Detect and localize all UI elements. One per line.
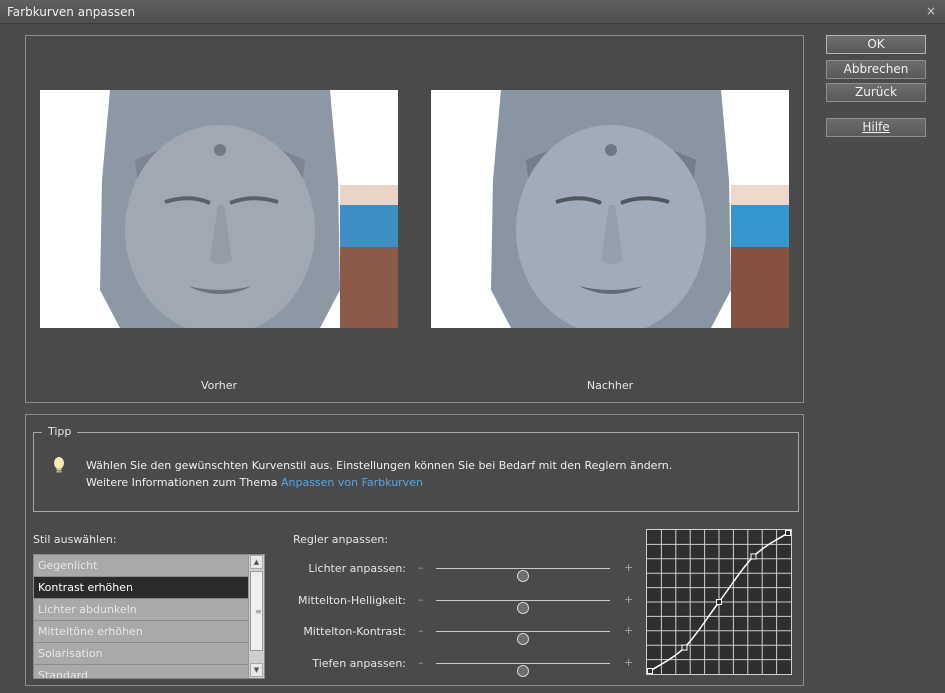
ok-button[interactable]: OK bbox=[826, 35, 926, 54]
curve-control-point[interactable] bbox=[716, 599, 722, 605]
tip-text: Wählen Sie den gewünschten Kurvenstil au… bbox=[86, 457, 672, 491]
slider-plus: + bbox=[624, 593, 634, 606]
curve-graph[interactable] bbox=[646, 529, 792, 675]
cancel-button[interactable]: Abbrechen bbox=[826, 60, 926, 79]
curve-svg bbox=[647, 530, 791, 674]
curve-control-point[interactable] bbox=[785, 530, 791, 536]
slider-knob[interactable] bbox=[517, 633, 529, 645]
slider-track[interactable] bbox=[436, 600, 610, 614]
window-title: Farbkurven anpassen bbox=[7, 5, 136, 19]
after-caption: Nachher bbox=[586, 379, 634, 392]
before-image bbox=[40, 90, 398, 328]
slider-label: Mittelton-Helligkeit: bbox=[298, 594, 406, 607]
slider-plus: + bbox=[624, 624, 634, 637]
slider-tiefen: Tiefen anpassen: – + bbox=[246, 655, 636, 677]
curve-control-point[interactable] bbox=[681, 644, 688, 651]
tip-legend: Tipp bbox=[42, 425, 78, 438]
after-image bbox=[431, 90, 789, 328]
slider-minus: – bbox=[418, 656, 424, 669]
style-label: Stil auswählen: bbox=[33, 533, 117, 546]
before-caption: Vorher bbox=[201, 379, 237, 392]
slider-minus: – bbox=[418, 593, 424, 606]
curve-control-point[interactable] bbox=[647, 668, 653, 674]
slider-track[interactable] bbox=[436, 631, 610, 645]
lightbulb-icon bbox=[54, 457, 64, 473]
tip-line-1: Wählen Sie den gewünschten Kurvenstil au… bbox=[86, 459, 673, 472]
title-bar: Farbkurven anpassen × bbox=[0, 0, 945, 24]
style-item-gegenlicht[interactable]: Gegenlicht bbox=[34, 555, 249, 577]
slider-minus: – bbox=[418, 561, 424, 574]
preview-panel: Vorher Nachher bbox=[25, 35, 804, 403]
tip-line-2-prefix: Weitere Informationen zum Thema bbox=[86, 476, 281, 489]
slider-knob[interactable] bbox=[517, 665, 529, 677]
style-item-kontrast-erhoehen[interactable]: Kontrast erhöhen bbox=[34, 577, 249, 599]
style-item-standard[interactable]: Standard bbox=[34, 665, 249, 678]
slider-knob[interactable] bbox=[517, 602, 529, 614]
style-item-lichter-abdunkeln[interactable]: Lichter abdunkeln bbox=[34, 599, 249, 621]
style-item-mitteltoene-erhoehen[interactable]: Mitteltöne erhöhen bbox=[34, 621, 249, 643]
close-icon[interactable]: × bbox=[926, 4, 936, 18]
reset-button[interactable]: Zurück bbox=[826, 83, 926, 102]
settings-panel: Tipp Wählen Sie den gewünschten Kurvenst… bbox=[25, 414, 804, 686]
slider-track[interactable] bbox=[436, 568, 610, 582]
style-list[interactable]: Gegenlicht Kontrast erhöhen Lichter abdu… bbox=[33, 554, 265, 679]
tip-line-2: Weitere Informationen zum Thema Anpassen… bbox=[86, 474, 672, 491]
sliders-label: Regler anpassen: bbox=[293, 533, 389, 546]
slider-minus: – bbox=[418, 624, 424, 637]
slider-mittelton-kontrast: Mittelton-Kontrast: – + bbox=[246, 623, 636, 645]
slider-plus: + bbox=[624, 561, 634, 574]
help-button-label: Hilfe bbox=[862, 120, 890, 134]
tip-help-link[interactable]: Anpassen von Farbkurven bbox=[281, 476, 423, 489]
help-button[interactable]: Hilfe bbox=[826, 118, 926, 137]
slider-label: Lichter anpassen: bbox=[308, 562, 406, 575]
slider-label: Tiefen anpassen: bbox=[312, 657, 406, 670]
slider-mittelton-helligkeit: Mittelton-Helligkeit: – + bbox=[246, 592, 636, 614]
style-item-solarisation[interactable]: Solarisation bbox=[34, 643, 249, 665]
slider-label: Mittelton-Kontrast: bbox=[303, 625, 406, 638]
slider-plus: + bbox=[624, 656, 634, 669]
slider-lichter: Lichter anpassen: – + bbox=[246, 560, 636, 582]
curve-control-point[interactable] bbox=[750, 553, 757, 560]
slider-knob[interactable] bbox=[517, 570, 529, 582]
slider-track[interactable] bbox=[436, 663, 610, 677]
tip-box: Tipp Wählen Sie den gewünschten Kurvenst… bbox=[33, 425, 799, 512]
